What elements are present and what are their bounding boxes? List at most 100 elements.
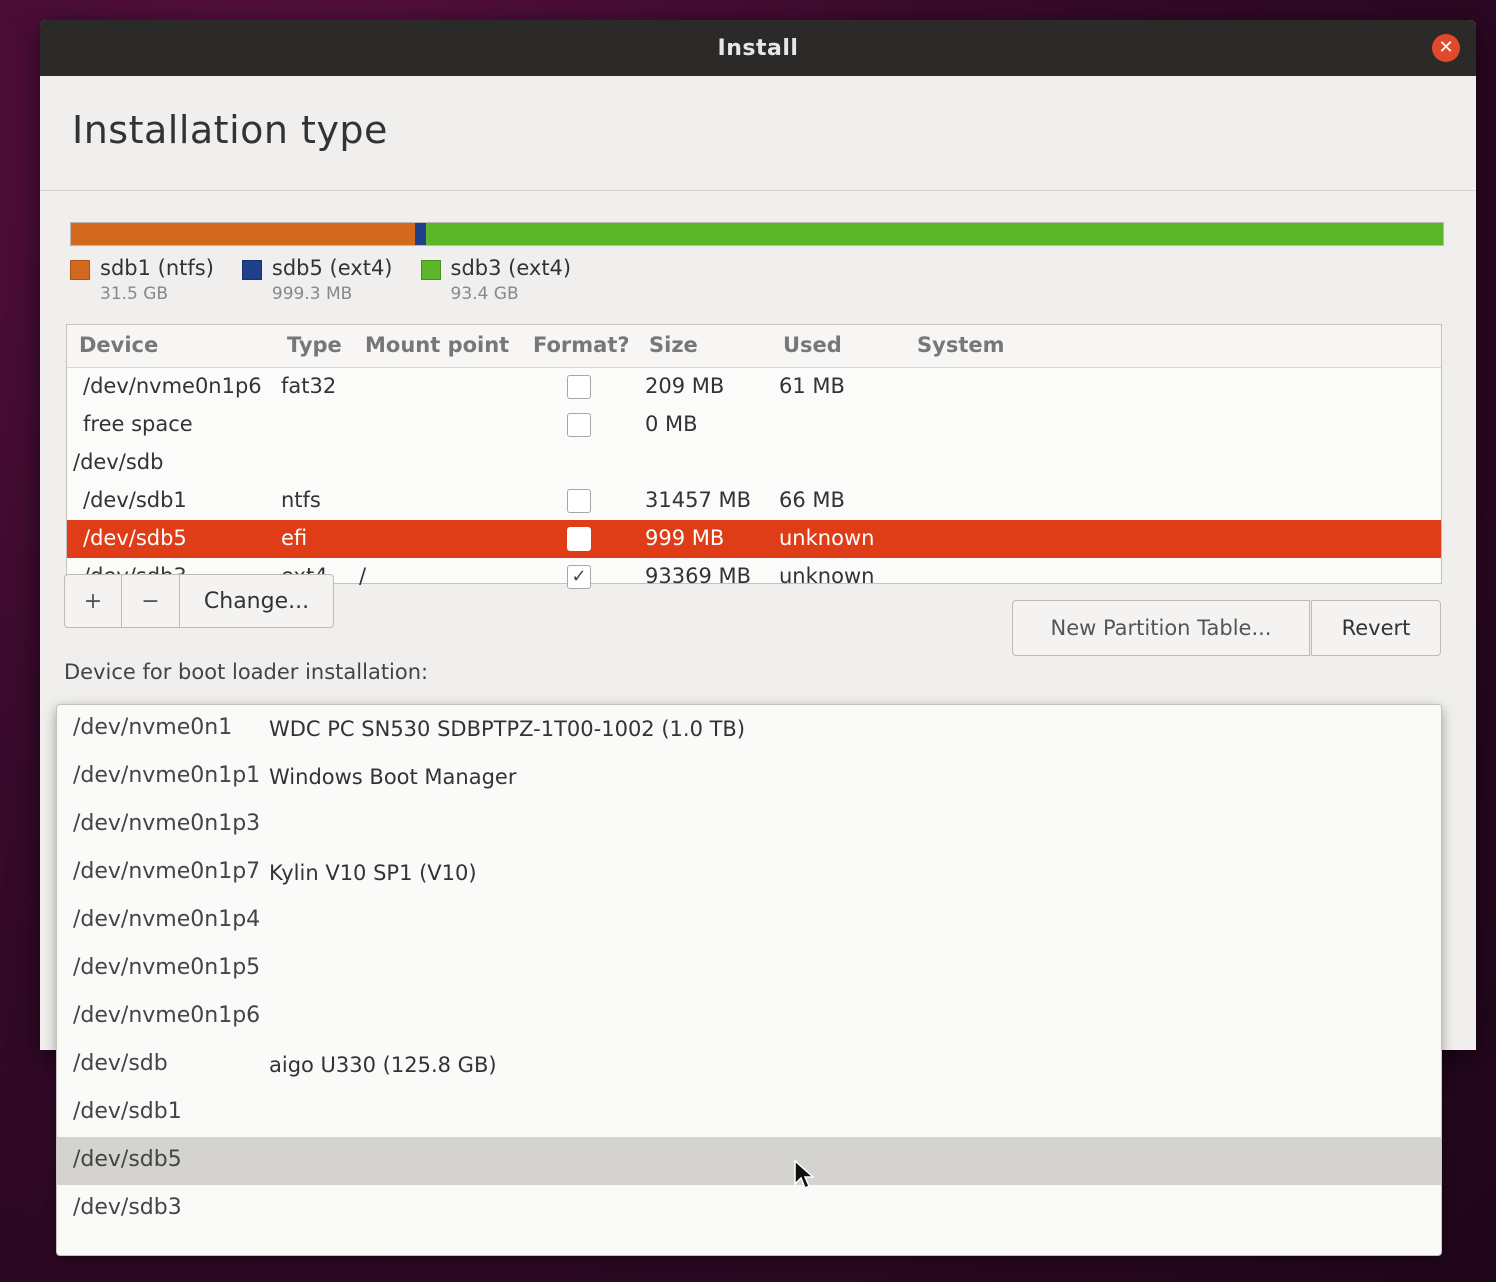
table-row[interactable]: /dev/sdb5 efi 999 MB unknown	[67, 520, 1441, 558]
format-checkbox[interactable]	[567, 489, 591, 513]
close-icon: ✕	[1438, 37, 1454, 58]
cell-used: unknown	[779, 564, 875, 588]
cell-size: 0 MB	[645, 412, 698, 436]
remove-partition-button[interactable]: −	[122, 574, 180, 628]
column-header-size[interactable]: Size	[649, 333, 698, 357]
partition-usage-bar	[70, 222, 1444, 246]
cell-device: /dev/sdb1	[83, 488, 187, 512]
boot-device-option[interactable]: /dev/nvme0n1p1 Windows Boot Manager	[57, 753, 1441, 801]
boot-loader-device-dropdown[interactable]: /dev/nvme0n1 WDC PC SN530 SDBPTPZ-1T00-10…	[56, 704, 1442, 1256]
minus-icon: −	[141, 588, 160, 614]
format-checkbox[interactable]: ✓	[567, 565, 591, 589]
window-title: Install	[717, 35, 799, 61]
cell-device: free space	[83, 412, 193, 436]
cell-size: 999 MB	[645, 526, 725, 550]
cell-device: /dev/sdb5	[83, 526, 187, 550]
partition-legend: sdb1 (ntfs) 31.5 GB sdb5 (ext4) 999.3 MB sdb…	[70, 256, 599, 304]
boot-device-option[interactable]: /dev/nvme0n1p6	[57, 993, 1441, 1041]
cell-used: 61 MB	[779, 374, 845, 398]
boot-device-description: aigo U330 (125.8 GB)	[269, 1053, 497, 1077]
cell-type: fat32	[281, 374, 337, 398]
column-header-mount-point[interactable]: Mount point	[365, 333, 509, 357]
revert-button[interactable]: Revert	[1311, 600, 1441, 656]
boot-device-option[interactable]: /dev/sdb aigo U330 (125.8 GB)	[57, 1041, 1441, 1089]
boot-device-option[interactable]: /dev/nvme0n1 WDC PC SN530 SDBPTPZ-1T00-10…	[57, 705, 1441, 753]
close-button[interactable]: ✕	[1432, 34, 1460, 62]
table-row[interactable]: free space 0 MB	[67, 406, 1441, 444]
mouse-pointer-icon	[794, 1160, 815, 1190]
legend-partition-name: sdb5 (ext4)	[271, 256, 393, 280]
format-checkbox[interactable]	[567, 527, 591, 551]
cell-size: 209 MB	[645, 374, 725, 398]
cell-type: efi	[281, 526, 308, 550]
boot-device-path: /dev/nvme0n1p5	[73, 955, 261, 980]
table-row[interactable]: /dev/nvme0n1p6 fat32 209 MB 61 MB	[67, 368, 1441, 406]
partition-bar-segment	[71, 223, 415, 245]
partition-bar-segment	[425, 223, 1443, 245]
boot-device-path: /dev/sdb5	[73, 1147, 182, 1172]
table-row[interactable]: /dev/sdb	[67, 444, 1441, 482]
legend-swatch	[241, 260, 262, 280]
legend-item: sdb5 (ext4) 999.3 MB	[241, 256, 393, 304]
cell-type: ntfs	[281, 488, 321, 512]
legend-text: sdb5 (ext4) 999.3 MB	[272, 256, 393, 304]
cell-used: 66 MB	[779, 488, 845, 512]
boot-device-option[interactable]: /dev/sdb1	[57, 1089, 1441, 1137]
boot-device-path: /dev/nvme0n1	[73, 715, 233, 740]
legend-swatch	[420, 260, 441, 280]
legend-partition-size: 31.5 GB	[100, 284, 169, 304]
change-partition-button[interactable]: Change...	[180, 574, 334, 628]
legend-text: sdb1 (ntfs) 31.5 GB	[100, 256, 214, 304]
boot-device-option[interactable]: /dev/nvme0n1p5	[57, 945, 1441, 993]
boot-device-path: /dev/nvme0n1p3	[73, 811, 261, 836]
boot-device-path: /dev/sdb1	[73, 1099, 182, 1124]
boot-device-option[interactable]: /dev/nvme0n1p7 Kylin V10 SP1 (V10)	[57, 849, 1441, 897]
format-checkbox[interactable]	[567, 413, 591, 437]
title-bar: Install ✕	[40, 20, 1476, 76]
column-header-format[interactable]: Format?	[533, 333, 630, 357]
boot-device-path: /dev/sdb	[73, 1051, 168, 1076]
legend-partition-size: 93.4 GB	[450, 284, 519, 304]
legend-item: sdb1 (ntfs) 31.5 GB	[70, 256, 214, 304]
table-row[interactable]: /dev/sdb1 ntfs 31457 MB 66 MB	[67, 482, 1441, 520]
boot-device-path: /dev/sdb3	[73, 1195, 182, 1220]
boot-device-description: Kylin V10 SP1 (V10)	[269, 861, 477, 885]
column-header-used[interactable]: Used	[783, 333, 842, 357]
add-partition-button[interactable]: +	[64, 574, 122, 628]
checkmark-icon: ✓	[571, 566, 587, 587]
boot-device-option[interactable]: /dev/sdb3	[57, 1185, 1441, 1233]
new-partition-table-button[interactable]: New Partition Table...	[1012, 600, 1310, 656]
cell-mount-point: /	[359, 564, 367, 588]
boot-device-option[interactable]: /dev/nvme0n1p4	[57, 897, 1441, 945]
legend-partition-size: 999.3 MB	[271, 284, 353, 304]
cell-device: /dev/sdb	[73, 450, 164, 474]
legend-item: sdb3 (ext4) 93.4 GB	[420, 256, 572, 304]
cell-size: 93369 MB	[645, 564, 752, 588]
column-header-type[interactable]: Type	[287, 333, 342, 357]
boot-device-description: WDC PC SN530 SDBPTPZ-1T00-1002 (1.0 TB)	[269, 717, 746, 741]
cell-size: 31457 MB	[645, 488, 752, 512]
legend-partition-name: sdb1 (ntfs)	[100, 256, 214, 280]
page-title: Installation type	[72, 108, 388, 152]
cell-used: unknown	[779, 526, 875, 550]
column-header-device[interactable]: Device	[79, 333, 158, 357]
legend-swatch	[70, 260, 90, 280]
table-header: Device Type Mount point Format? Size Use…	[67, 325, 1441, 368]
legend-partition-name: sdb3 (ext4)	[450, 256, 572, 280]
boot-device-path: /dev/nvme0n1p4	[73, 907, 261, 932]
partition-edit-buttons: + − Change...	[64, 574, 334, 628]
partition-table: Device Type Mount point Format? Size Use…	[66, 324, 1442, 589]
column-header-system[interactable]: System	[917, 333, 1004, 357]
plus-icon: +	[83, 588, 103, 614]
boot-device-option[interactable]: /dev/nvme0n1p3	[57, 801, 1441, 849]
boot-device-option[interactable]: /dev/sdb5	[57, 1137, 1441, 1185]
legend-text: sdb3 (ext4) 93.4 GB	[451, 256, 572, 304]
header-divider	[40, 190, 1476, 191]
boot-device-description: Windows Boot Manager	[269, 765, 517, 789]
boot-device-path: /dev/nvme0n1p7	[73, 859, 261, 884]
cell-device: /dev/nvme0n1p6	[83, 374, 262, 398]
boot-loader-label: Device for boot loader installation:	[64, 660, 429, 684]
boot-device-path: /dev/nvme0n1p1	[73, 763, 261, 788]
boot-device-path: /dev/nvme0n1p6	[73, 1003, 261, 1028]
format-checkbox[interactable]	[567, 375, 591, 399]
